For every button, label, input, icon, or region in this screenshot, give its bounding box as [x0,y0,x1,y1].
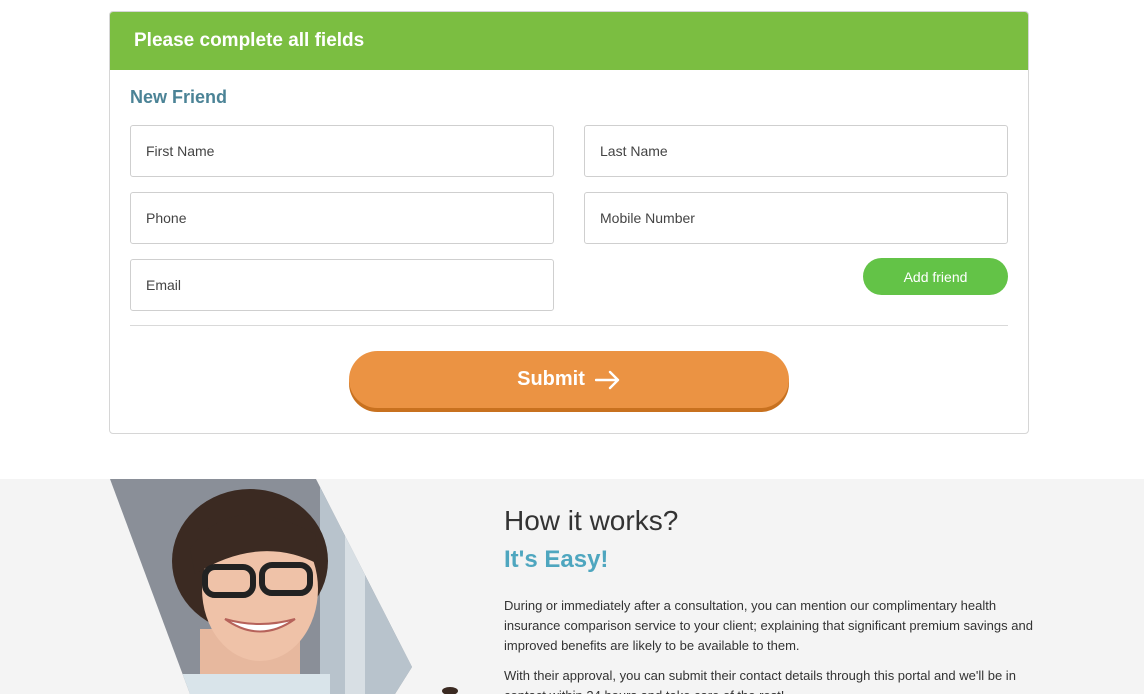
how-paragraph-1: During or immediately after a consultati… [504,598,1033,653]
form-divider [130,325,1008,326]
how-it-works-title: How it works? [504,505,679,536]
friend-form-card: Please complete all fields New Friend Ad… [109,11,1029,434]
add-friend-button[interactable]: Add friend [863,258,1008,295]
submit-label: Submit [517,368,585,390]
last-name-input[interactable] [584,125,1008,177]
form-header: Please complete all fields [110,12,1028,70]
how-it-works-section: How it works? It's Easy! During or immed… [0,479,1144,694]
its-easy-subtitle: It's Easy! [504,546,609,573]
woman-photo [110,479,458,694]
first-name-input[interactable] [130,125,554,177]
submit-button[interactable]: Submit [349,351,789,408]
how-paragraph-2: With their approval, you can submit thei… [504,668,1016,694]
section-title-new-friend: New Friend [130,87,228,107]
email-input[interactable] [130,259,554,311]
phone-input[interactable] [130,192,554,244]
arrow-right-icon [594,370,620,389]
mobile-number-input[interactable] [584,192,1008,244]
